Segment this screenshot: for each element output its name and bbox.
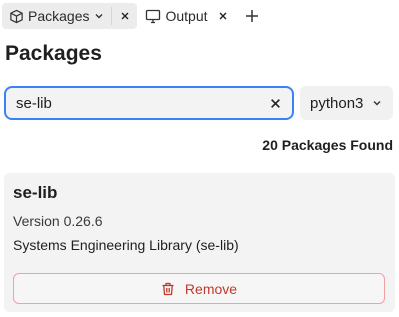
tab-label: Output bbox=[165, 8, 208, 24]
chevron-down-icon bbox=[371, 97, 383, 109]
tab-output[interactable]: Output bbox=[139, 3, 235, 29]
tab-label: Packages bbox=[28, 8, 90, 24]
search-input[interactable] bbox=[16, 94, 268, 112]
clear-icon[interactable] bbox=[268, 96, 282, 110]
package-name: se-lib bbox=[13, 183, 58, 202]
package-card: se-lib Version 0.26.6 Systems Engineerin… bbox=[4, 173, 395, 312]
remove-button[interactable]: Remove bbox=[13, 273, 385, 304]
environment-select[interactable]: python3 bbox=[300, 86, 393, 120]
chevron-down-icon[interactable] bbox=[93, 10, 105, 22]
trash-icon bbox=[161, 282, 175, 296]
page-title: Packages bbox=[5, 42, 102, 65]
tab-bar: Packages Output bbox=[0, 0, 399, 32]
close-icon[interactable] bbox=[214, 7, 232, 25]
environment-select-value: python3 bbox=[310, 94, 364, 112]
package-icon bbox=[8, 8, 24, 24]
package-description: Systems Engineering Library (se-lib) bbox=[13, 237, 239, 253]
add-tab-icon[interactable] bbox=[242, 6, 262, 26]
results-count: 20 Packages Found bbox=[262, 137, 393, 153]
tab-packages[interactable]: Packages bbox=[2, 3, 138, 29]
monitor-icon bbox=[145, 8, 161, 24]
search-box[interactable] bbox=[4, 86, 294, 120]
close-icon[interactable] bbox=[111, 7, 133, 25]
package-version: Version 0.26.6 bbox=[13, 213, 103, 229]
remove-button-label: Remove bbox=[184, 280, 238, 297]
